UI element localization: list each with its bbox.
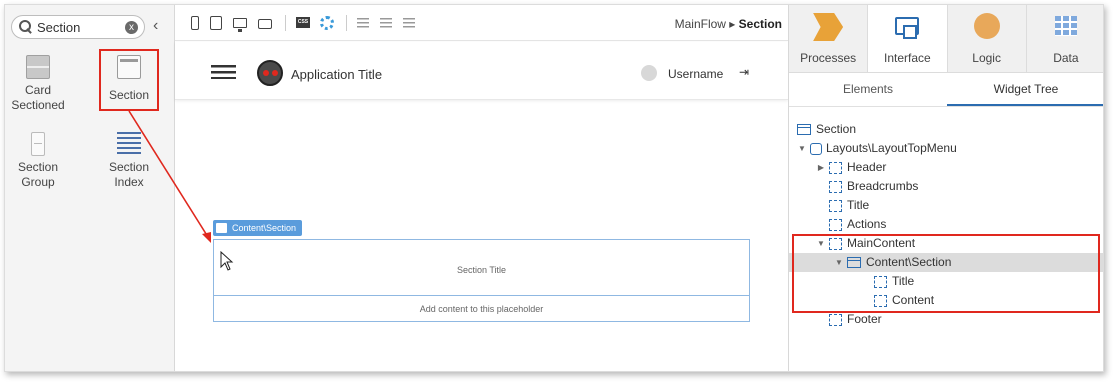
widget-toolbox: Section x ‹ Card Sectioned Section Secti…	[5, 5, 175, 371]
tree-node-label: Header	[847, 160, 887, 174]
tree-node-breadcrumbs[interactable]: Breadcrumbs	[829, 177, 918, 196]
clear-search-icon[interactable]: x	[125, 20, 138, 34]
tree-node-label: Layouts\LayoutTopMenu	[826, 141, 957, 155]
tree-node-actions[interactable]: Actions	[829, 215, 886, 234]
flow-breadcrumb: MainFlow ▸ Section	[675, 17, 782, 31]
search-value: Section	[37, 19, 81, 35]
tab-elements[interactable]: Elements	[789, 73, 947, 106]
print-preview-icon[interactable]	[258, 19, 272, 29]
placeholder-icon	[829, 199, 842, 212]
tablet-preview-icon[interactable]	[210, 15, 222, 30]
section-icon	[797, 124, 811, 135]
tab-data[interactable]: Data	[1027, 5, 1103, 72]
main-tabs: Processes Interface Logic Data	[789, 5, 1103, 73]
section-title-placeholder[interactable]: Section Title	[214, 240, 749, 296]
chevron-left-icon[interactable]: ‹	[153, 17, 158, 35]
tab-widget-tree[interactable]: Widget Tree	[947, 73, 1103, 106]
card-sectioned-icon	[26, 55, 50, 79]
app-header-preview: Application Title Username ⇥	[175, 42, 788, 100]
section-widget-tag[interactable]: Content\Section	[213, 220, 303, 236]
mouse-cursor-icon	[220, 251, 234, 271]
toolbar-divider	[285, 14, 286, 31]
widget-section-group[interactable]: Section Group	[8, 132, 68, 190]
placeholder-icon	[829, 218, 842, 231]
processes-icon	[813, 13, 844, 41]
user-avatar-icon	[641, 65, 657, 81]
tab-label: Processes	[800, 51, 857, 65]
canvas-area: CSS MainFlow ▸ Section Application Title…	[175, 5, 788, 371]
sub-tabs: Elements Widget Tree	[789, 73, 1103, 107]
align-right-icon[interactable]	[403, 17, 415, 28]
tree-node-label: Section	[816, 122, 857, 136]
css-icon[interactable]: CSS	[296, 17, 310, 28]
expand-chevron-icon[interactable]: ▶	[816, 158, 826, 177]
tab-interface[interactable]: Interface	[868, 5, 948, 72]
desktop-preview-icon[interactable]	[233, 17, 247, 32]
section-group-icon	[31, 132, 45, 156]
theme-icon[interactable]	[320, 15, 334, 30]
widget-card-sectioned[interactable]: Card Sectioned	[8, 55, 68, 113]
search-icon	[18, 19, 34, 35]
placeholder-icon	[829, 180, 842, 193]
placeholder-icon	[829, 161, 842, 174]
tree-node-layout[interactable]: ▼ Layouts\LayoutTopMenu	[797, 139, 957, 158]
username[interactable]: Username	[668, 67, 723, 81]
tree-node-label: Breadcrumbs	[847, 179, 919, 193]
section-content-placeholder[interactable]: Add content to this placeholder	[214, 296, 749, 322]
right-panel: Processes Interface Logic Data Elements …	[788, 5, 1103, 371]
flow-name[interactable]: MainFlow ▸	[675, 17, 739, 31]
logout-icon[interactable]: ⇥	[739, 65, 749, 79]
widget-label: Card Sectioned	[11, 83, 65, 112]
align-left-icon[interactable]	[357, 17, 369, 28]
logic-icon	[973, 13, 1000, 39]
interface-icon	[895, 17, 920, 39]
canvas-toolbar: CSS MainFlow ▸ Section	[175, 5, 788, 41]
tree-node-label: Actions	[847, 217, 887, 231]
tree-node-header[interactable]: ▶ Header	[816, 158, 886, 177]
data-icon	[1054, 16, 1077, 36]
phone-preview-icon[interactable]	[191, 15, 199, 30]
annotation-highlight-section-widget	[99, 49, 159, 111]
layout-block-icon	[810, 142, 822, 155]
section-tag-icon	[216, 223, 227, 233]
widget-search-input[interactable]: Section x	[11, 15, 145, 39]
section-index-icon	[117, 132, 141, 156]
screen-name: Section	[738, 17, 782, 31]
app-title: Application Title	[291, 67, 383, 82]
section-tag-label: Content\Section	[232, 223, 297, 233]
expand-chevron-icon[interactable]: ▼	[797, 139, 807, 158]
section-widget[interactable]: Section Title Add content to this placeh…	[213, 239, 750, 322]
tab-label: Interface	[884, 51, 931, 65]
tab-label: Data	[1053, 51, 1079, 65]
tab-label: Logic	[972, 51, 1001, 65]
tree-node-title[interactable]: Title	[829, 196, 869, 215]
app-logo-icon	[257, 60, 283, 86]
widget-label: Section Group	[17, 160, 59, 189]
placeholder-icon	[829, 313, 842, 326]
tab-processes[interactable]: Processes	[789, 5, 869, 72]
tree-node-section[interactable]: Section	[797, 120, 856, 139]
tree-node-label: Title	[847, 198, 870, 212]
annotation-highlight-tree	[792, 234, 1100, 313]
toolbar-divider	[346, 14, 347, 31]
app-window: Section x ‹ Card Sectioned Section Secti…	[4, 4, 1104, 372]
widget-section-index[interactable]: Section Index	[99, 132, 159, 190]
hamburger-menu-icon[interactable]	[211, 65, 236, 79]
align-center-icon[interactable]	[380, 17, 392, 28]
widget-label: Section Index	[108, 160, 150, 189]
tab-logic[interactable]: Logic	[948, 5, 1027, 72]
